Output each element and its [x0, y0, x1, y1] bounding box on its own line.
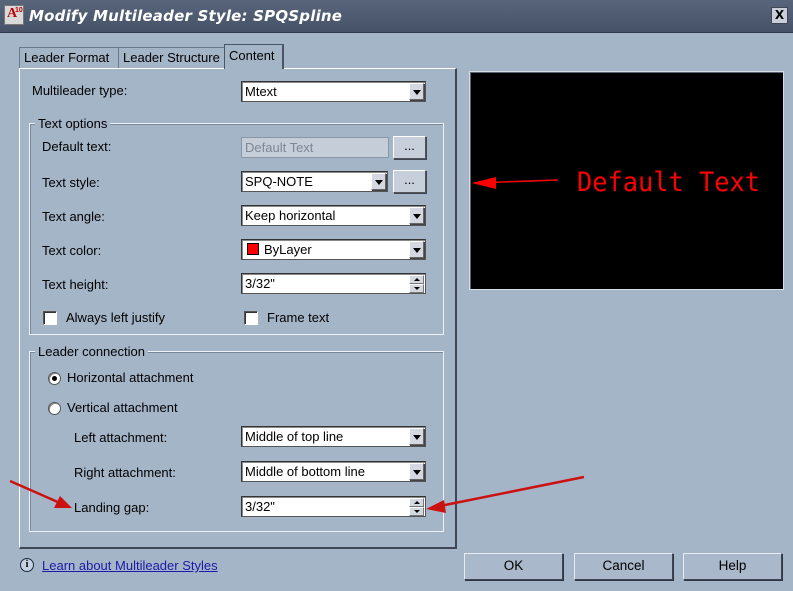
landing-gap-spinner[interactable]: 3/32" — [241, 496, 426, 517]
horizontal-attachment-label: Horizontal attachment — [67, 370, 194, 385]
text-options-title: Text options — [35, 116, 111, 131]
help-button[interactable]: Help — [683, 553, 782, 580]
frame-text-checkbox[interactable] — [244, 311, 258, 325]
landing-gap-label: Landing gap: — [74, 500, 150, 515]
horizontal-attachment-radio[interactable] — [48, 372, 61, 385]
title-bar[interactable]: A 10 Modify Multileader Style: SPQSpline… — [0, 0, 793, 33]
dropdown-arrow-icon[interactable] — [409, 241, 424, 258]
text-style-select[interactable]: SPQ-NOTE — [241, 171, 388, 192]
text-height-label: Text height: — [42, 277, 109, 292]
dropdown-arrow-icon[interactable] — [409, 463, 424, 480]
dropdown-arrow-icon[interactable] — [409, 83, 424, 100]
right-attachment-select[interactable]: Middle of bottom line — [241, 461, 426, 482]
text-angle-label: Text angle: — [42, 209, 105, 224]
left-attachment-select[interactable]: Middle of top line — [241, 426, 426, 447]
default-text-browse-button[interactable]: ... — [393, 136, 426, 159]
multileader-type-label: Multileader type: — [32, 83, 128, 98]
close-icon[interactable]: X — [771, 7, 788, 24]
learn-multileader-styles-link[interactable]: Learn about Multileader Styles — [42, 558, 218, 573]
text-height-spinner[interactable]: 3/32" — [241, 273, 426, 294]
frame-text-label: Frame text — [267, 310, 330, 325]
right-attachment-label: Right attachment: — [74, 465, 176, 480]
ok-button[interactable]: OK — [464, 553, 563, 580]
preview-text: Default Text — [577, 167, 760, 198]
text-angle-select[interactable]: Keep horizontal — [241, 205, 426, 226]
text-style-label: Text style: — [42, 175, 100, 190]
default-text-label: Default text: — [42, 139, 112, 154]
left-attachment-label: Left attachment: — [74, 430, 168, 445]
spinner-down-icon[interactable] — [409, 507, 424, 516]
spinner-down-icon[interactable] — [409, 284, 424, 293]
preview-arrowhead-icon — [472, 177, 496, 189]
app-icon: A 10 — [4, 5, 24, 25]
vertical-attachment-label: Vertical attachment — [67, 400, 178, 415]
window-title: Modify Multileader Style: SPQSpline — [29, 7, 343, 25]
spinner-up-icon[interactable] — [409, 275, 424, 284]
text-color-select[interactable]: ByLayer — [241, 239, 426, 260]
text-style-browse-button[interactable]: ... — [393, 170, 426, 193]
tab-leader-structure[interactable]: Leader Structure — [118, 47, 225, 68]
default-text-field: Default Text — [241, 137, 389, 158]
info-icon: i — [20, 558, 34, 572]
dropdown-arrow-icon[interactable] — [409, 207, 424, 224]
dropdown-arrow-icon[interactable] — [409, 428, 424, 445]
preview-drawing: Default Text — [472, 167, 760, 198]
dropdown-arrow-icon[interactable] — [371, 173, 386, 190]
cancel-button[interactable]: Cancel — [574, 553, 673, 580]
preview-pane: Default Text — [469, 71, 784, 290]
leader-connection-title: Leader connection — [35, 344, 148, 359]
always-left-justify-label: Always left justify — [66, 310, 165, 325]
tab-leader-format[interactable]: Leader Format — [19, 47, 119, 68]
multileader-type-select[interactable]: Mtext — [241, 81, 426, 102]
text-color-label: Text color: — [42, 243, 102, 258]
spinner-up-icon[interactable] — [409, 498, 424, 507]
tab-content[interactable]: Content — [224, 44, 284, 69]
color-swatch-icon — [247, 243, 259, 255]
always-left-justify-checkbox[interactable] — [43, 311, 57, 325]
vertical-attachment-radio[interactable] — [48, 402, 61, 415]
